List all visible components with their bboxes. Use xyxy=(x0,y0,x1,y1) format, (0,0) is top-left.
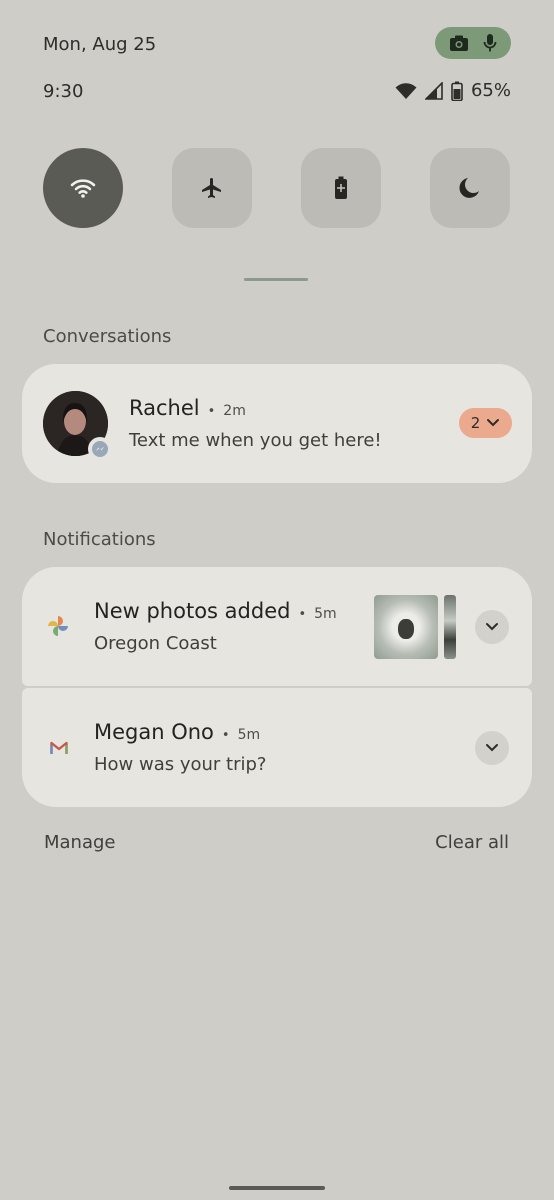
battery-saver-icon xyxy=(335,176,347,199)
privacy-indicator-chip[interactable] xyxy=(435,27,511,59)
message-preview: Text me when you get here! xyxy=(129,430,382,451)
photos-notification-text: New photos added • 5m Oregon Coast xyxy=(94,599,337,654)
photo-thumbnail[interactable] xyxy=(374,595,438,659)
message-count: 2 xyxy=(470,414,481,432)
conversation-text: Rachel • 2m Text me when you get here! xyxy=(129,396,382,451)
notification-text: How was your trip? xyxy=(94,754,267,775)
chevron-down-icon xyxy=(487,419,500,427)
gmail-notification-text: Megan Ono • 5m How was your trip? xyxy=(94,720,266,775)
moon-icon xyxy=(459,178,479,198)
wifi-status-icon xyxy=(395,82,417,99)
photo-thumbnail-partial[interactable] xyxy=(444,595,456,659)
chevron-down-icon xyxy=(486,623,498,631)
chevron-down-icon xyxy=(486,744,498,752)
time-ago: 5m xyxy=(237,727,261,743)
dark-theme-tile[interactable] xyxy=(430,148,510,228)
time-ago: 2m xyxy=(223,403,246,419)
battery-icon xyxy=(451,81,463,101)
notification-title: New photos added xyxy=(94,599,291,623)
manage-button[interactable]: Manage xyxy=(44,832,116,853)
status-icons: 65% xyxy=(395,80,511,101)
notifications-heading: Notifications xyxy=(43,529,156,550)
separator-dot: • xyxy=(221,728,230,743)
messenger-badge xyxy=(88,437,112,461)
expand-button[interactable] xyxy=(475,731,509,765)
camera-icon xyxy=(450,35,468,51)
microphone-icon xyxy=(483,34,497,52)
conversations-heading: Conversations xyxy=(43,326,172,347)
status-time: 9:30 xyxy=(43,81,84,102)
battery-percent: 65% xyxy=(470,80,511,101)
separator-dot: • xyxy=(207,404,216,419)
notification-text: Oregon Coast xyxy=(94,633,217,654)
photos-pinwheel-icon xyxy=(48,616,68,636)
messenger-icon xyxy=(95,446,105,451)
battery-saver-tile[interactable] xyxy=(301,148,381,228)
status-date: Mon, Aug 25 xyxy=(43,34,157,55)
message-count-expand-button[interactable]: 2 xyxy=(459,408,512,438)
wifi-tile[interactable] xyxy=(43,148,123,228)
airplane-icon xyxy=(202,178,221,198)
wifi-icon xyxy=(70,179,96,198)
contact-name: Rachel xyxy=(129,396,200,420)
separator-dot: • xyxy=(298,607,307,622)
notification-title: Megan Ono xyxy=(94,720,214,744)
clear-all-button[interactable]: Clear all xyxy=(435,832,509,853)
expand-handle[interactable] xyxy=(244,278,308,281)
expand-button[interactable] xyxy=(475,610,509,644)
airplane-mode-tile[interactable] xyxy=(172,148,252,228)
gmail-icon xyxy=(50,741,68,754)
cellular-signal-icon xyxy=(424,81,443,100)
home-indicator[interactable] xyxy=(229,1186,325,1190)
time-ago: 5m xyxy=(314,606,337,622)
